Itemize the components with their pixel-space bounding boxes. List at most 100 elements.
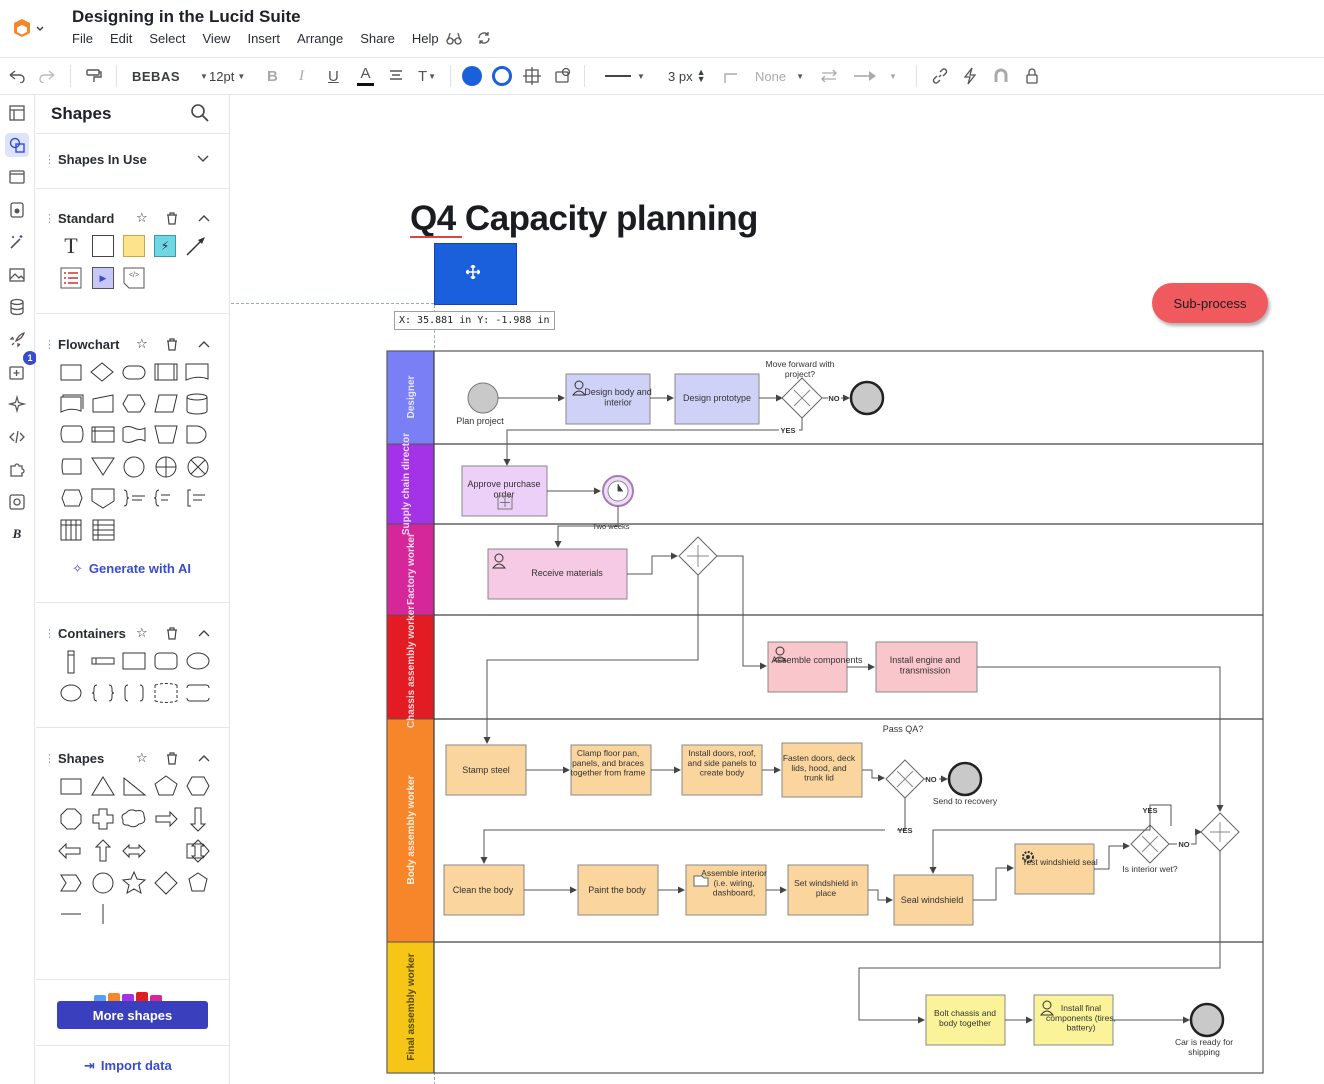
text-color-icon[interactable]: A	[357, 58, 374, 94]
menu-edit[interactable]: Edit	[110, 31, 132, 46]
frame-icon[interactable]	[5, 165, 29, 189]
standard-header[interactable]: ⋮⋮ Standard ☆	[36, 205, 230, 231]
lane-label-body: Body assembly worker	[406, 775, 417, 884]
line-style-select[interactable]: ▼	[605, 58, 645, 94]
paint-body-label: Paint the body	[588, 885, 646, 895]
chevron-up-icon[interactable]	[198, 629, 210, 637]
menu-insert[interactable]: Insert	[247, 31, 280, 46]
star-icon[interactable]: ☆	[136, 625, 148, 641]
send-recovery-label: Send to recovery	[933, 796, 998, 806]
more-shapes-button[interactable]: More shapes	[57, 1001, 208, 1029]
font-select[interactable]: BEBAS ▼	[132, 58, 208, 94]
trash-icon[interactable]	[166, 626, 178, 640]
swap-arrows-icon[interactable]	[820, 58, 838, 94]
generate-with-ai-button[interactable]: ✧ Generate with AI	[72, 561, 191, 577]
bebas-font-icon[interactable]: B	[5, 522, 29, 546]
code-icon[interactable]	[5, 425, 29, 449]
template-icon[interactable]	[5, 490, 29, 514]
database-icon[interactable]	[5, 295, 29, 319]
line-color-icon[interactable]	[492, 58, 512, 94]
star-icon[interactable]: ☆	[136, 210, 148, 226]
image-icon[interactable]	[5, 263, 29, 287]
no-label-wet: NO	[1178, 840, 1189, 849]
notification-badge: 1	[23, 351, 37, 365]
sparkle-icon[interactable]	[5, 392, 29, 416]
svg-text:</>: </>	[129, 272, 139, 279]
container-shape-palette[interactable]	[58, 648, 218, 708]
shadow-icon[interactable]	[554, 58, 572, 94]
rocket-icon[interactable]	[5, 328, 29, 352]
menu-arrange[interactable]: Arrange	[297, 31, 343, 46]
yes-label-qa: YES	[897, 826, 912, 835]
import-data-link[interactable]: ⇥ Import data	[84, 1058, 172, 1074]
diagram-canvas[interactable]: Q4 Capacity planning X: 35.881 in Y: -1.…	[231, 95, 1324, 1084]
basic-shapes-header[interactable]: ⋮⋮ Shapes ☆	[36, 745, 230, 771]
sync-icon[interactable]	[476, 30, 492, 46]
line-width-stepper[interactable]: 3 px ▲ ▼	[668, 58, 706, 94]
chevron-down-icon[interactable]	[197, 155, 209, 163]
fill-bucket-icon[interactable]	[5, 198, 29, 222]
undo-icon[interactable]	[8, 58, 26, 94]
containers-header[interactable]: ⋮⋮ Containers ☆	[36, 620, 230, 646]
basic-shape-palette[interactable]	[58, 773, 218, 933]
lucid-logo-icon[interactable]	[10, 17, 46, 41]
shapes-in-use-header[interactable]: ⋮⋮ Shapes In Use	[36, 146, 230, 172]
lightning-icon[interactable]	[963, 58, 977, 94]
action-shape[interactable]: ⚡	[152, 233, 178, 259]
magic-wand-icon[interactable]	[5, 230, 29, 254]
magnet-icon[interactable]	[993, 58, 1009, 94]
menu-select[interactable]: Select	[149, 31, 185, 46]
fill-color-icon[interactable]	[462, 58, 482, 94]
align-icon[interactable]	[388, 58, 404, 94]
shape-options-icon[interactable]	[523, 58, 541, 94]
pages-icon[interactable]	[5, 101, 29, 125]
arrow-end-select[interactable]: ▼	[853, 58, 897, 94]
text-options-icon[interactable]: T ▼	[418, 58, 436, 94]
link-icon[interactable]	[931, 58, 949, 94]
block-shape[interactable]	[90, 233, 116, 259]
trash-icon[interactable]	[166, 211, 178, 225]
clean-body-label: Clean the body	[453, 885, 514, 895]
chevron-up-icon[interactable]	[198, 214, 210, 222]
arrow-start-select[interactable]: None ▼	[755, 58, 804, 94]
binoculars-icon[interactable]	[446, 30, 462, 46]
menu-share[interactable]: Share	[360, 31, 395, 46]
star-icon[interactable]: ☆	[136, 336, 148, 352]
sticky-note-shape[interactable]	[121, 233, 147, 259]
swimlane-diagram[interactable]: Designer Supply chain director Factory w…	[231, 95, 1324, 1084]
lock-icon[interactable]	[1025, 58, 1039, 94]
no-label: NO	[828, 394, 839, 403]
menu-view[interactable]: View	[203, 31, 231, 46]
embed-shape[interactable]: </>	[121, 265, 147, 291]
italic-icon[interactable]: I	[299, 58, 304, 94]
document-title[interactable]: Designing in the Lucid Suite	[72, 7, 301, 27]
flowchart-shape-palette[interactable]	[58, 359, 218, 559]
container-shapes	[58, 648, 218, 713]
lane-label-chassis: Chassis assembly worker	[406, 606, 417, 728]
bolt-chassis-label: Bolt chassis and body together	[934, 1008, 996, 1028]
lane-label-designer: Designer	[406, 375, 417, 418]
line-shape-icon[interactable]	[723, 58, 739, 94]
text-shape[interactable]: T	[58, 233, 84, 259]
seal-windshield-label: Seal windshield	[901, 895, 964, 905]
list-shape[interactable]	[58, 265, 84, 291]
shapes-icon[interactable]	[5, 133, 29, 157]
trash-icon[interactable]	[166, 337, 178, 351]
trash-icon[interactable]	[166, 751, 178, 765]
bold-icon[interactable]: B	[267, 58, 278, 94]
menu-file[interactable]: File	[72, 31, 93, 46]
arrow-line-shape[interactable]	[183, 233, 209, 259]
flowchart-header[interactable]: ⋮⋮ Flowchart ☆	[36, 331, 230, 357]
font-size-select[interactable]: 12pt ▼	[209, 58, 245, 94]
puzzle-icon[interactable]	[5, 457, 29, 481]
format-painter-icon[interactable]	[85, 58, 103, 94]
underline-icon[interactable]: U	[328, 58, 339, 94]
search-icon[interactable]	[190, 103, 210, 128]
redo-icon[interactable]	[38, 58, 56, 94]
design-prototype-label: Design prototype	[683, 393, 751, 403]
chevron-up-icon[interactable]	[198, 340, 210, 348]
chevron-up-icon[interactable]	[198, 754, 210, 762]
menu-help[interactable]: Help	[412, 31, 439, 46]
star-icon[interactable]: ☆	[136, 750, 148, 766]
video-shape[interactable]: ▶	[90, 265, 116, 291]
